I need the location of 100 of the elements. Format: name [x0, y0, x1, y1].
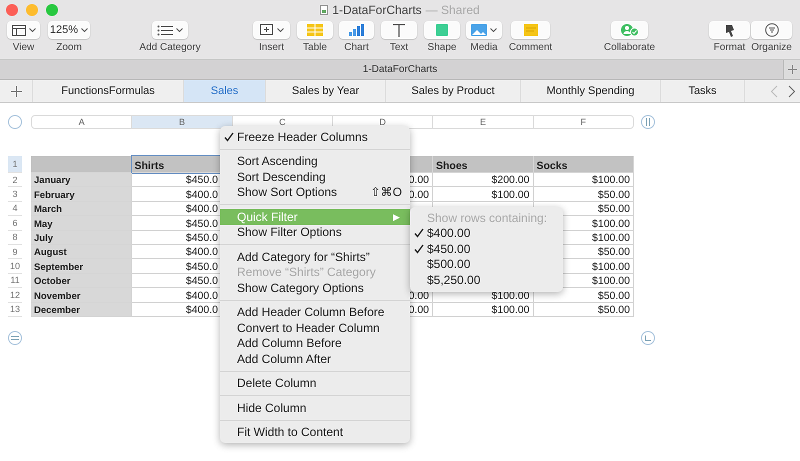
table-cell: $100.00 — [433, 302, 534, 317]
toolbar-label: Format — [714, 42, 746, 53]
caret-icon — [176, 28, 183, 32]
table-cell: May — [31, 216, 132, 231]
select-table-handle[interactable] — [8, 114, 22, 128]
shortcut-label: ⇧⌘O — [370, 185, 403, 200]
window-title: 1-DataForCharts — [332, 3, 422, 17]
text-icon — [393, 24, 405, 36]
shape-button[interactable] — [424, 21, 460, 39]
chart-button[interactable] — [339, 21, 374, 39]
sheet-tab[interactable]: Sales by Year — [265, 80, 385, 102]
table-cell: September — [31, 259, 132, 274]
organize-button[interactable] — [751, 21, 792, 39]
table-icon — [307, 24, 323, 36]
table-cell: July — [31, 230, 132, 245]
table-button[interactable] — [297, 21, 333, 39]
toolbar-label: Organize — [751, 42, 792, 53]
row-number[interactable]: 13 — [8, 302, 22, 317]
toolbar-label: Comment — [508, 42, 552, 53]
menu-item[interactable]: Convert to Header Column — [220, 320, 410, 336]
zoom-window-button[interactable] — [46, 4, 58, 16]
person-add-icon — [620, 23, 638, 37]
table-cell: January — [31, 173, 132, 188]
paintbrush-icon — [723, 24, 736, 36]
filter-icon — [764, 23, 778, 37]
menu-item[interactable]: Add Column Before — [220, 336, 410, 351]
minimize-window-button[interactable] — [26, 4, 38, 16]
toolbar-label: Add Category — [139, 42, 201, 53]
row-number[interactable]: 10 — [8, 259, 22, 274]
column-header[interactable]: E — [433, 116, 534, 128]
table-cell: February — [31, 187, 132, 202]
table-cell: Shoes — [433, 156, 534, 173]
plus-icon — [788, 65, 796, 74]
menu-item[interactable]: Fit Width to Content — [220, 424, 410, 440]
row-number[interactable]: 8 — [8, 230, 22, 245]
comment-button[interactable] — [511, 21, 550, 39]
table-cell: $100.00 — [433, 187, 534, 202]
row-number[interactable]: 6 — [8, 216, 22, 231]
row-number[interactable]: 1 — [8, 156, 22, 173]
format-button[interactable] — [709, 21, 750, 39]
collaborate-button[interactable] — [611, 21, 648, 39]
window-subtitle: — Shared — [426, 3, 480, 17]
toolbar-label: Shape — [428, 42, 456, 53]
table-cell: October — [31, 274, 132, 288]
menu-item[interactable]: Delete Column — [220, 376, 410, 391]
toolbar-label: View — [12, 42, 34, 53]
row-number[interactable]: 12 — [8, 288, 22, 303]
row-number[interactable]: 3 — [8, 187, 22, 202]
menu-item[interactable]: Hide Column — [220, 400, 410, 416]
sheet-tab[interactable]: Tasks — [660, 80, 745, 102]
caret-icon — [28, 28, 36, 32]
insert-icon — [260, 24, 274, 36]
row-number[interactable]: 2 — [8, 173, 22, 188]
column-header[interactable]: B — [132, 116, 233, 128]
menu-item[interactable]: Freeze Header Columns — [220, 129, 410, 144]
layout-icon — [12, 24, 26, 36]
chevron-right-icon[interactable] — [788, 84, 796, 98]
sheet-tab[interactable]: Sales by Product — [385, 80, 520, 102]
toolbar-label: Text — [390, 42, 408, 53]
table-cell: $50.00 — [534, 302, 634, 317]
resize-handle[interactable] — [641, 330, 655, 345]
zoom-button[interactable]: 125% — [48, 21, 90, 39]
row-resize-handle[interactable] — [8, 330, 22, 345]
category-button[interactable] — [152, 21, 188, 39]
caret-icon — [490, 28, 497, 32]
note-icon — [524, 24, 538, 36]
row-number[interactable]: 11 — [8, 274, 22, 288]
toolbar-label: Table — [303, 42, 327, 53]
sheet-tab[interactable]: Sales — [183, 80, 265, 102]
square-icon — [436, 24, 448, 36]
caret-icon — [81, 28, 88, 32]
chart-icon — [349, 24, 364, 36]
toolbar-label: Insert — [258, 42, 284, 53]
table-cell: $200.00 — [433, 173, 534, 188]
column-header[interactable]: F — [534, 116, 633, 128]
media-button[interactable] — [466, 21, 502, 39]
chevron-left-icon[interactable] — [770, 84, 778, 98]
submenu-arrow: ▶ — [393, 212, 401, 222]
insert-button[interactable] — [253, 21, 290, 39]
plus-icon — [10, 86, 22, 96]
document-icon — [320, 5, 328, 15]
add-button[interactable] — [783, 60, 800, 79]
row-number[interactable]: 9 — [8, 244, 22, 260]
row-number[interactable]: 4 — [8, 202, 22, 216]
table-cell: August — [31, 244, 132, 260]
text-button[interactable] — [381, 21, 417, 39]
table-cell: December — [31, 302, 132, 317]
table-cell: $50.00 — [534, 187, 634, 202]
caret-icon — [276, 28, 284, 32]
sheet-tab[interactable]: Monthly Spending — [520, 80, 660, 102]
list-icon — [157, 24, 173, 36]
column-resize-handle[interactable] — [641, 114, 655, 128]
toolbar-label: Zoom — [56, 42, 82, 53]
table-cell: November — [31, 288, 132, 303]
menu-item[interactable]: Add Column After — [220, 351, 410, 366]
toolbar-label: Collaborate — [604, 42, 656, 53]
view-button[interactable] — [7, 21, 40, 39]
table-cell: March — [31, 202, 132, 216]
close-window-button[interactable] — [6, 4, 18, 16]
table-cell: $100.00 — [534, 173, 634, 188]
